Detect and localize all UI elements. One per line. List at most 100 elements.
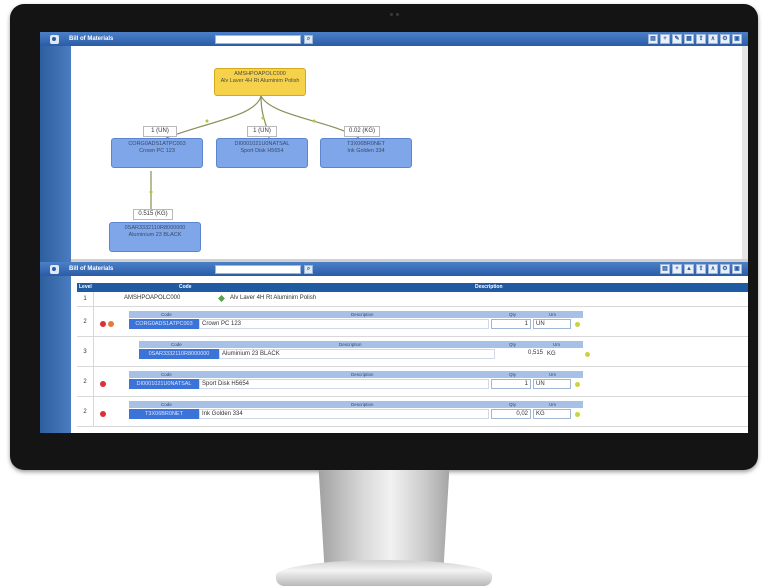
app-screen: Bill of Materials ⌕ ▤ + ✎ ▦ ⇪ ∧ ⚙ ▣ AMSH… <box>40 32 748 433</box>
row-code[interactable]: 0SAR3332110R8000000 <box>139 349 219 359</box>
tree-node-sport-disk[interactable]: DI0001021U0NATSAL Sport Disk H5654 <box>216 138 308 168</box>
sub-desc-label: Description <box>339 341 362 347</box>
row-description: Alv Laver 4H Rt Aluminim Polish <box>230 295 317 301</box>
tree-root-node[interactable]: AMSHPOAPOLC000 Alv Laver 4H Rt Aluminim … <box>214 68 306 96</box>
row-code[interactable]: T3X06BR0NET <box>129 409 199 419</box>
sub-header: Code Description Qty Um <box>129 311 583 318</box>
bottom-search-input[interactable] <box>215 264 301 274</box>
sub-code-label: Code <box>171 341 182 347</box>
child2-code: DI0001021U0NATSAL <box>234 141 290 147</box>
pin-icon[interactable] <box>50 264 59 274</box>
tree-node-aluminium[interactable]: 0SAR3332110R8000000 Aluminium 23 BLACK <box>109 222 201 252</box>
print-icon[interactable]: ▣ <box>732 34 742 44</box>
monitor-stand <box>318 470 450 566</box>
row-level: 2 <box>77 397 94 426</box>
table-row[interactable]: 2 Code Description Qty Um CORG0ADS1ATPC0… <box>77 307 748 337</box>
search-icon[interactable]: ⌕ <box>304 34 313 44</box>
sub-desc-label: Description <box>351 401 374 407</box>
grandchild-qty: 0.515 (KG) <box>133 209 173 220</box>
pin-icon[interactable] <box>50 34 59 44</box>
confirm-icon[interactable] <box>575 412 580 417</box>
bom-tree: AMSHPOAPOLC000 Alv Laver 4H Rt Aluminim … <box>71 46 748 259</box>
child3-qty: 0.02 (KG) <box>344 126 380 137</box>
tree-node-ink[interactable]: T3X06BR0NET Ink Golden 334 <box>320 138 412 168</box>
sub-qty-label: Qty <box>509 311 517 317</box>
search-icon[interactable]: ⌕ <box>304 264 313 274</box>
table-row[interactable]: 1 AMSHPOAPOLC000 Alv Laver 4H Rt Alumini… <box>77 292 748 307</box>
document-icon[interactable]: ▤ <box>660 264 670 274</box>
um-value: KG <box>547 351 556 357</box>
row-code[interactable]: CORG0ADS1ATPC003 <box>129 319 199 329</box>
bottom-panel-title: Bill of Materials <box>69 266 114 272</box>
camera-dots <box>390 13 400 17</box>
root-desc: Alv Laver 4H Rt Aluminim Polish <box>220 78 300 84</box>
delete-icon[interactable] <box>100 411 106 417</box>
bottom-panel-header: Bill of Materials ⌕ ▤ + ▲ ⇪ ∧ ⚙ ▣ <box>40 262 748 276</box>
sub-desc-label: Description <box>351 311 374 317</box>
sub-code-label: Code <box>161 311 172 317</box>
level-header: Level <box>79 284 92 290</box>
new-icon[interactable]: + <box>660 34 670 44</box>
delete-icon[interactable] <box>100 321 106 327</box>
confirm-icon[interactable] <box>585 352 590 357</box>
new-icon[interactable]: + <box>672 264 682 274</box>
delete-icon[interactable] <box>100 381 106 387</box>
print-icon[interactable]: ▣ <box>732 264 742 274</box>
sub-header: Code Description Qty Um <box>129 401 583 408</box>
um-input[interactable]: UN <box>533 319 571 329</box>
row-description[interactable]: Crown PC 123 <box>199 319 489 329</box>
table-row[interactable]: 3 Code Description Qty Um 0SAR3332110R80… <box>77 337 748 367</box>
export-icon[interactable]: ⇪ <box>696 264 706 274</box>
child1-desc: Crown PC 123 <box>139 148 175 154</box>
um-input[interactable]: KG <box>533 409 571 419</box>
row-level: 3 <box>77 337 94 366</box>
status-icon[interactable] <box>108 321 114 327</box>
qty-input[interactable]: 1 <box>491 379 531 389</box>
grandchild-code: 0SAR3332110R8000000 <box>124 225 186 231</box>
monitor-base <box>276 560 492 586</box>
settings-icon[interactable]: ⚙ <box>720 34 730 44</box>
row-description[interactable]: Aluminium 23 BLACK <box>219 349 495 359</box>
sub-qty-label: Qty <box>509 371 517 377</box>
row-description[interactable]: Sport Disk H5654 <box>199 379 489 389</box>
collapse-icon[interactable]: ∧ <box>708 34 718 44</box>
export-icon[interactable]: ⇪ <box>696 34 706 44</box>
child3-code: T3X06BR0NET <box>347 141 385 147</box>
qty-input[interactable]: 0,02 <box>491 409 531 419</box>
qty-value: 0,515 <box>497 349 545 359</box>
settings-icon[interactable]: ⚙ <box>720 264 730 274</box>
sub-um-label: Um <box>549 401 556 407</box>
row-code: AMSHPOAPOLC000 <box>124 295 181 301</box>
confirm-icon[interactable] <box>575 322 580 327</box>
qty-input[interactable]: 1 <box>491 319 531 329</box>
row-code[interactable]: DI0001021U0NATSAL <box>129 379 199 389</box>
tree-scrollbar[interactable] <box>742 46 748 259</box>
collapse-icon[interactable]: ∧ <box>708 264 718 274</box>
sub-qty-label: Qty <box>509 401 517 407</box>
confirm-icon[interactable] <box>575 382 580 387</box>
sub-um-label: Um <box>549 311 556 317</box>
um-input[interactable]: UN <box>533 379 571 389</box>
document-icon[interactable]: ▤ <box>648 34 658 44</box>
desktop-scene: Bill of Materials ⌕ ▤ + ✎ ▦ ⇪ ∧ ⚙ ▣ AMSH… <box>0 0 767 588</box>
table-row[interactable]: 2 Code Description Qty Um DI0001021U0NAT… <box>77 367 748 397</box>
sub-header: Code Description Qty Um <box>139 341 583 348</box>
sub-header: Code Description Qty Um <box>129 371 583 378</box>
bottom-toolbar: ▤ + ▲ ⇪ ∧ ⚙ ▣ <box>660 264 742 274</box>
top-search-input[interactable] <box>215 34 301 44</box>
tree-node-crown[interactable]: CORG0ADS1ATPC003 Crown PC 123 <box>111 138 203 168</box>
child2-desc: Sport Disk H5654 <box>240 148 284 154</box>
grandchild-desc: Aluminium 23 BLACK <box>128 232 182 238</box>
edit-icon[interactable] <box>218 295 225 302</box>
sub-um-label: Um <box>553 341 560 347</box>
row-description[interactable]: Ink Golden 334 <box>199 409 489 419</box>
bom-grid: Level Code Description 1 AMSHPOAPOLC000 … <box>71 276 748 433</box>
description-header: Description <box>475 284 503 290</box>
table-row[interactable]: 2 Code Description Qty Um T3X06BR0NET In… <box>77 397 748 427</box>
sub-um-label: Um <box>549 371 556 377</box>
top-panel-title: Bill of Materials <box>69 36 114 42</box>
sub-qty-label: Qty <box>509 341 517 347</box>
edit-icon[interactable]: ✎ <box>672 34 682 44</box>
grid-icon[interactable]: ▦ <box>684 34 694 44</box>
tree-icon[interactable]: ▲ <box>684 264 694 274</box>
